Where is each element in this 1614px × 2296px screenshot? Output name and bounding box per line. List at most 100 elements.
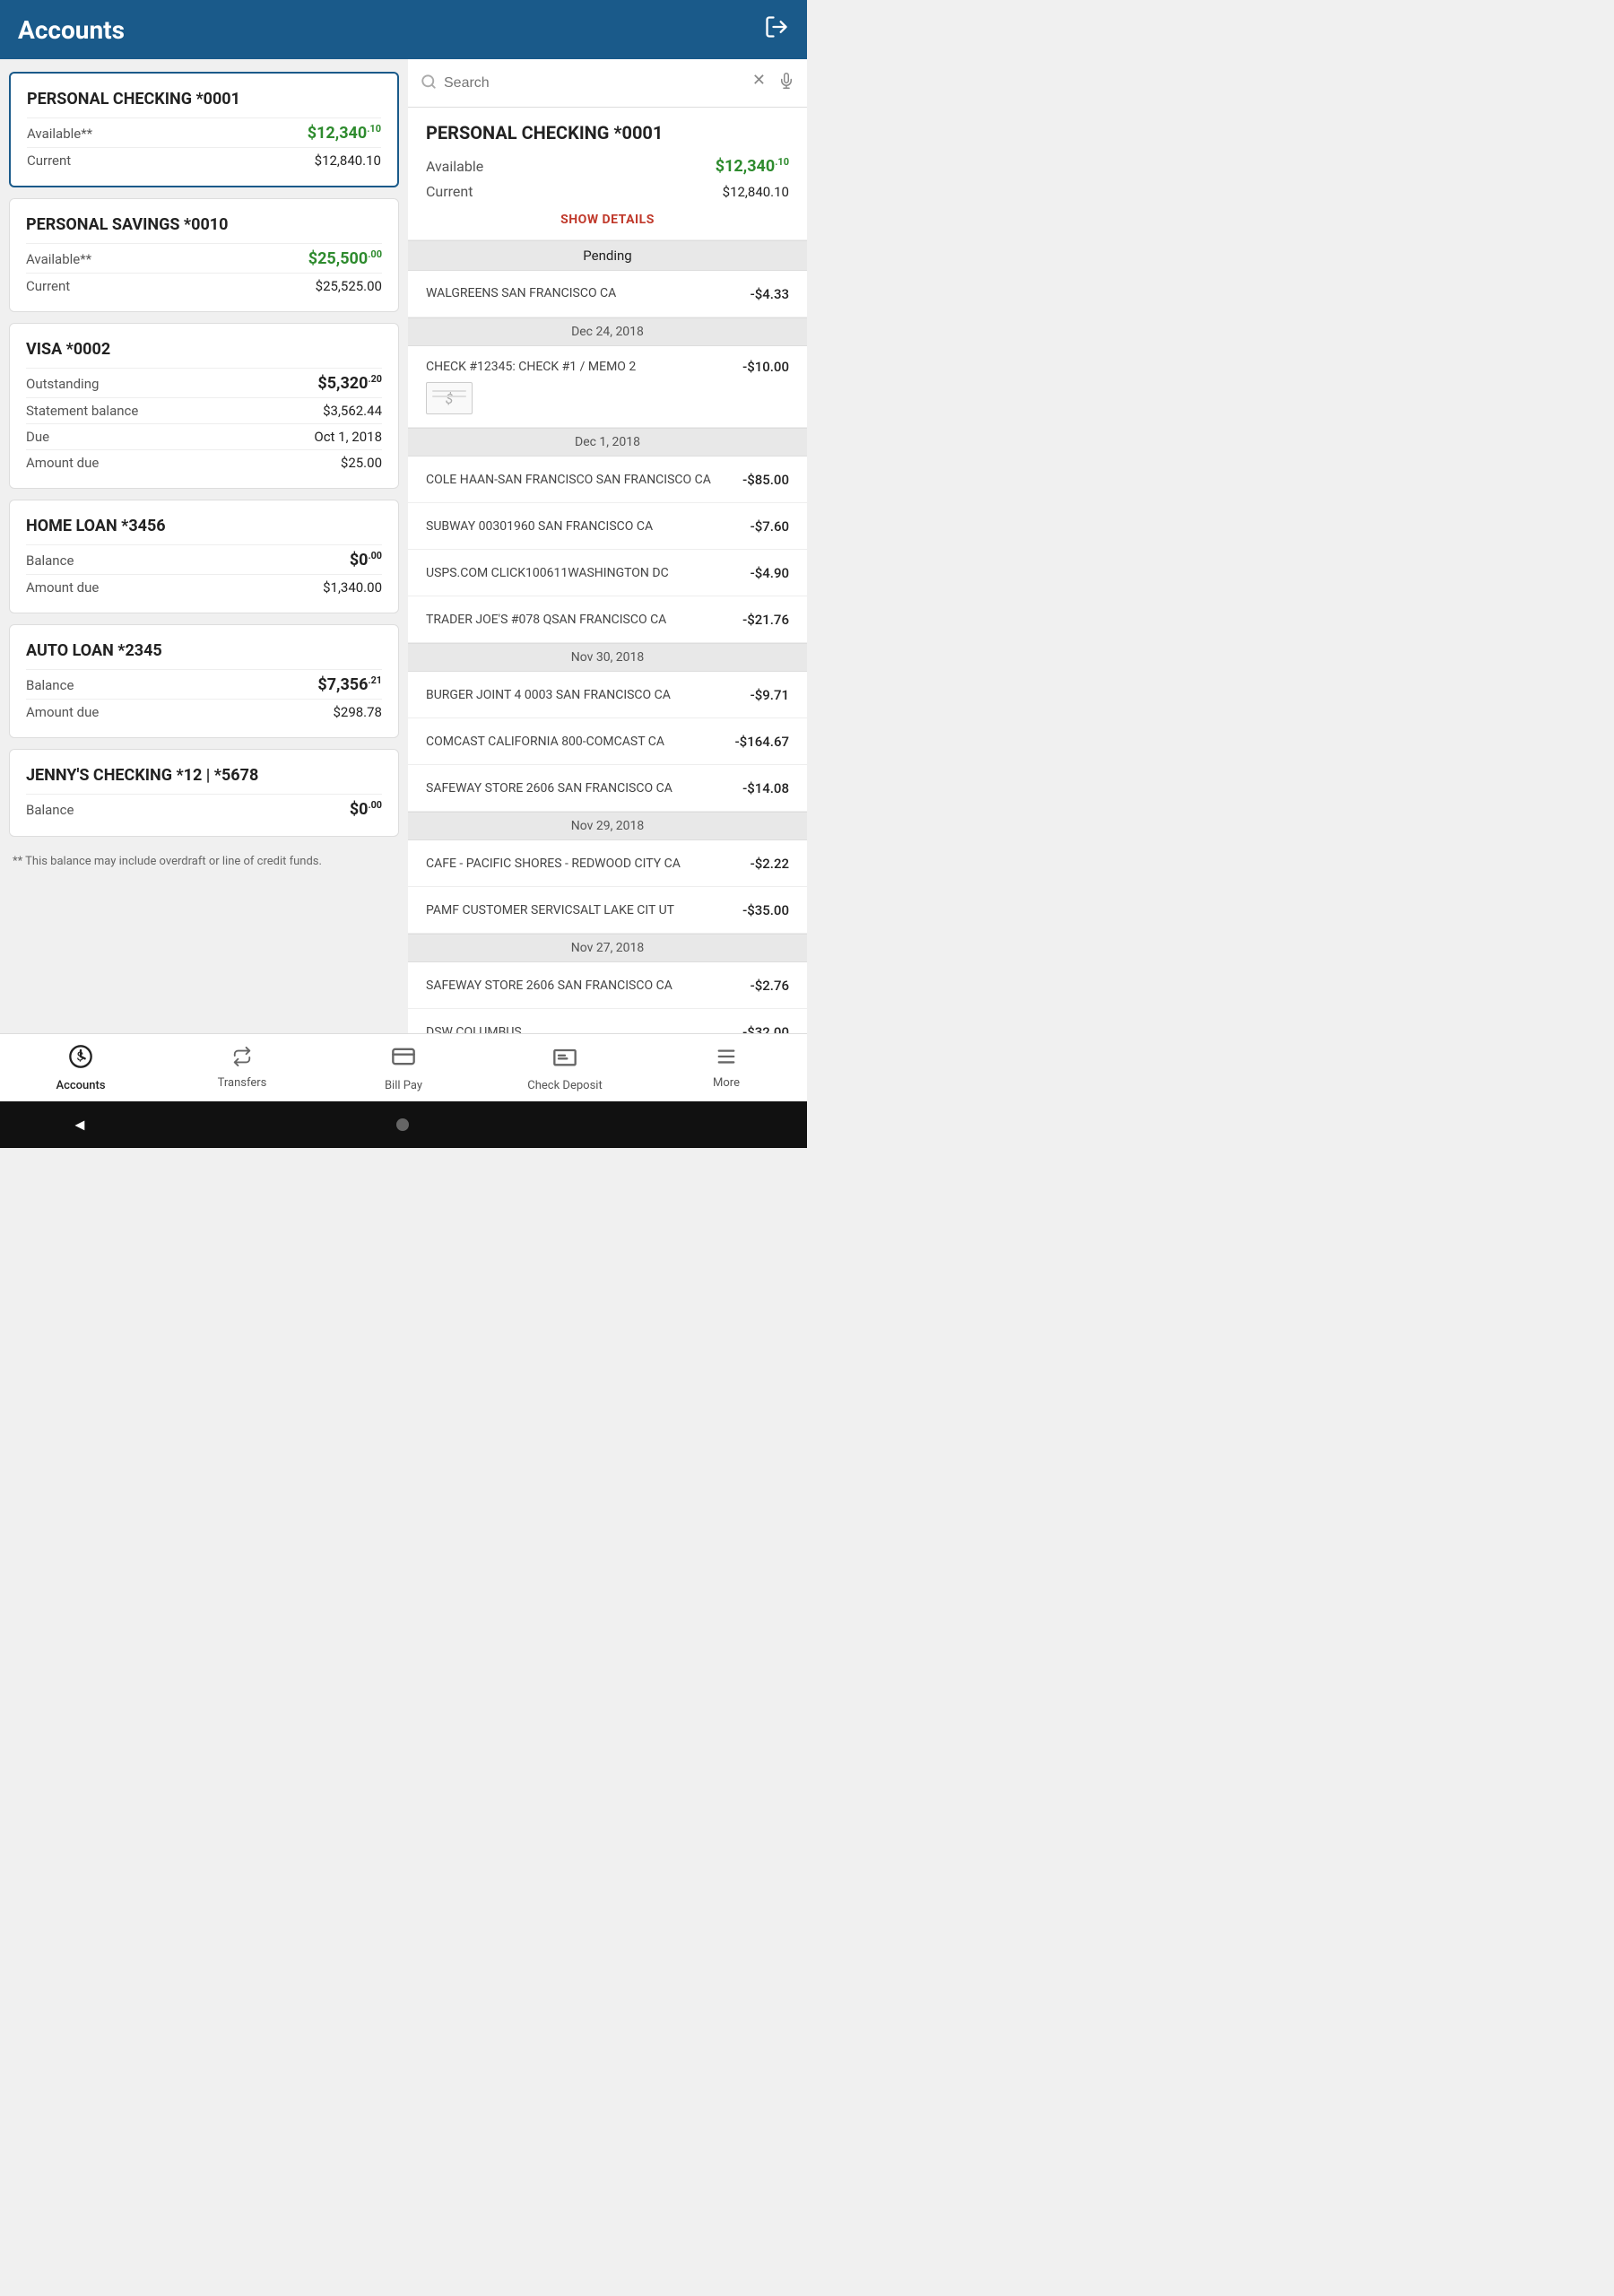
transaction-amount: -$4.33 (751, 286, 789, 302)
transaction-amount: -$2.76 (751, 978, 789, 994)
section-header-nov29: Nov 29, 2018 (408, 812, 807, 840)
search-icon (421, 74, 437, 93)
current-label: Current (26, 278, 70, 294)
account-detail-header: PERSONAL CHECKING *0001 Available $12,34… (408, 108, 807, 240)
account-title: AUTO LOAN *2345 (26, 641, 382, 660)
nav-more[interactable]: More (646, 1034, 807, 1101)
detail-available-row: Available $12,340.10 (426, 152, 789, 179)
transaction-amount: -$14.08 (742, 780, 789, 796)
nav-check-deposit[interactable]: Check Deposit (484, 1034, 646, 1101)
detail-panel: ✕ PERSONAL CHECKING *0001 Available $12,… (408, 59, 807, 1033)
transaction-description: BURGER JOINT 4 0003 SAN FRANCISCO CA (426, 687, 751, 703)
system-bar: ◄ (0, 1101, 807, 1148)
transaction-row[interactable]: SAFEWAY STORE 2606 SAN FRANCISCO CA -$14… (408, 765, 807, 812)
current-amount: $12,840.10 (315, 152, 381, 169)
search-bar: ✕ (408, 59, 807, 108)
check-deposit-nav-label: Check Deposit (527, 1079, 602, 1092)
transaction-description: PAMF CUSTOMER SERVICSALT LAKE CIT UT (426, 902, 742, 918)
bill-pay-nav-label: Bill Pay (385, 1079, 422, 1092)
amount-due-label: Amount due (26, 579, 99, 596)
transaction-row[interactable]: SAFEWAY STORE 2606 SAN FRANCISCO CA -$2.… (408, 962, 807, 1009)
app-header: Accounts (0, 0, 807, 59)
nav-transfers[interactable]: Transfers (161, 1034, 323, 1101)
amount-due-value: $1,340.00 (323, 579, 382, 596)
transaction-row[interactable]: DSW COLUMBUS -$32.00 (408, 1009, 807, 1033)
available-amount: $25,500.00 (308, 248, 382, 268)
transaction-amount: -$4.90 (751, 565, 789, 581)
transaction-row[interactable]: BURGER JOINT 4 0003 SAN FRANCISCO CA -$9… (408, 672, 807, 718)
search-input[interactable] (444, 75, 745, 91)
transaction-row[interactable]: COMCAST CALIFORNIA 800-COMCAST CA -$164.… (408, 718, 807, 765)
transaction-description: SUBWAY 00301960 SAN FRANCISCO CA (426, 518, 751, 535)
amount-due-value: $298.78 (333, 704, 382, 720)
show-details-button[interactable]: SHOW DETAILS (426, 204, 789, 230)
amount-due-row: Amount due $1,340.00 (26, 574, 382, 600)
account-title: JENNY'S CHECKING *12 | *5678 (26, 766, 382, 785)
balance-row: Balance $7,356.21 (26, 669, 382, 699)
logout-icon[interactable] (764, 14, 789, 45)
back-button[interactable]: ◄ (72, 1116, 88, 1135)
account-title: HOME LOAN *3456 (26, 517, 382, 535)
transaction-amount: -$10.00 (742, 359, 789, 375)
footnote: ** This balance may include overdraft or… (9, 848, 399, 875)
more-nav-label: More (713, 1076, 740, 1090)
transaction-amount: -$35.00 (742, 902, 789, 918)
check-thumbnail (426, 382, 473, 414)
account-card-home-loan[interactable]: HOME LOAN *3456 Balance $0.00 Amount due… (9, 500, 399, 613)
transactions-list: Pending WALGREENS SAN FRANCISCO CA -$4.3… (408, 240, 807, 1033)
nav-bill-pay[interactable]: Bill Pay (323, 1034, 484, 1101)
clear-search-icon[interactable]: ✕ (752, 71, 766, 95)
balance-value: $7,356.21 (317, 674, 382, 694)
transaction-description: DSW COLUMBUS (426, 1024, 742, 1033)
transaction-row[interactable]: SUBWAY 00301960 SAN FRANCISCO CA -$7.60 (408, 503, 807, 550)
transaction-row[interactable]: TRADER JOE'S #078 QSAN FRANCISCO CA -$21… (408, 596, 807, 643)
transaction-description: SAFEWAY STORE 2606 SAN FRANCISCO CA (426, 780, 742, 796)
account-title: PERSONAL SAVINGS *0010 (26, 215, 382, 234)
section-header-nov30: Nov 30, 2018 (408, 643, 807, 672)
voice-search-icon[interactable] (778, 71, 794, 95)
account-card-auto-loan[interactable]: AUTO LOAN *2345 Balance $7,356.21 Amount… (9, 624, 399, 738)
transaction-row[interactable]: USPS.COM CLICK100611WASHINGTON DC -$4.90 (408, 550, 807, 596)
accounts-list-panel: PERSONAL CHECKING *0001 Available** $12,… (0, 59, 408, 1033)
balance-value: $0.00 (350, 799, 382, 819)
transaction-description: WALGREENS SAN FRANCISCO CA (426, 285, 751, 301)
amount-due-label: Amount due (26, 455, 99, 471)
home-button[interactable] (396, 1118, 409, 1131)
available-amount: $12,340.10 (308, 123, 381, 143)
outstanding-label: Outstanding (26, 376, 99, 392)
section-header-dec1: Dec 1, 2018 (408, 428, 807, 457)
balance-row: Balance $0.00 (26, 794, 382, 823)
account-card-visa[interactable]: VISA *0002 Outstanding $5,320.20 Stateme… (9, 323, 399, 489)
transaction-row[interactable]: WALGREENS SAN FRANCISCO CA -$4.33 (408, 271, 807, 317)
due-label: Due (26, 429, 49, 445)
transaction-description: Check #12345: Check #1 / Memo 2 (426, 359, 742, 375)
balance-value: $0.00 (350, 550, 382, 570)
transaction-amount: -$9.71 (751, 687, 789, 703)
transaction-amount: -$32.00 (742, 1024, 789, 1033)
balance-label: Balance (26, 552, 74, 569)
account-card-personal-savings[interactable]: PERSONAL SAVINGS *0010 Available** $25,5… (9, 198, 399, 312)
account-card-jenny-checking[interactable]: JENNY'S CHECKING *12 | *5678 Balance $0.… (9, 749, 399, 837)
nav-accounts[interactable]: $ Accounts (0, 1034, 161, 1101)
balance-label: Balance (26, 802, 74, 818)
balance-label: Balance (26, 677, 74, 693)
current-amount: $25,525.00 (316, 278, 382, 294)
account-card-personal-checking[interactable]: PERSONAL CHECKING *0001 Available** $12,… (9, 72, 399, 187)
transaction-row-check[interactable]: Check #12345: Check #1 / Memo 2 -$10.00 (408, 346, 807, 428)
transaction-row[interactable]: PAMF CUSTOMER SERVICSALT LAKE CIT UT -$3… (408, 887, 807, 934)
accounts-nav-icon: $ (68, 1044, 93, 1074)
detail-available-label: Available (426, 158, 483, 175)
outstanding-row: Outstanding $5,320.20 (26, 368, 382, 397)
section-header-pending: Pending (408, 240, 807, 271)
transaction-row[interactable]: CAFE - PACIFIC SHORES - REDWOOD CITY CA … (408, 840, 807, 887)
account-current-row: Current $12,840.10 (27, 147, 381, 173)
amount-due-row: Amount due $25.00 (26, 449, 382, 475)
accounts-nav-label: Accounts (56, 1079, 105, 1092)
transaction-amount: -$85.00 (742, 472, 789, 488)
transaction-description: SAFEWAY STORE 2606 SAN FRANCISCO CA (426, 978, 751, 994)
section-header-dec24: Dec 24, 2018 (408, 317, 807, 346)
amount-due-label: Amount due (26, 704, 99, 720)
balance-row: Balance $0.00 (26, 544, 382, 574)
outstanding-amount: $5,320.20 (317, 373, 382, 393)
transaction-row[interactable]: COLE HAAN-SAN FRANCISCO SAN FRANCISCO CA… (408, 457, 807, 503)
